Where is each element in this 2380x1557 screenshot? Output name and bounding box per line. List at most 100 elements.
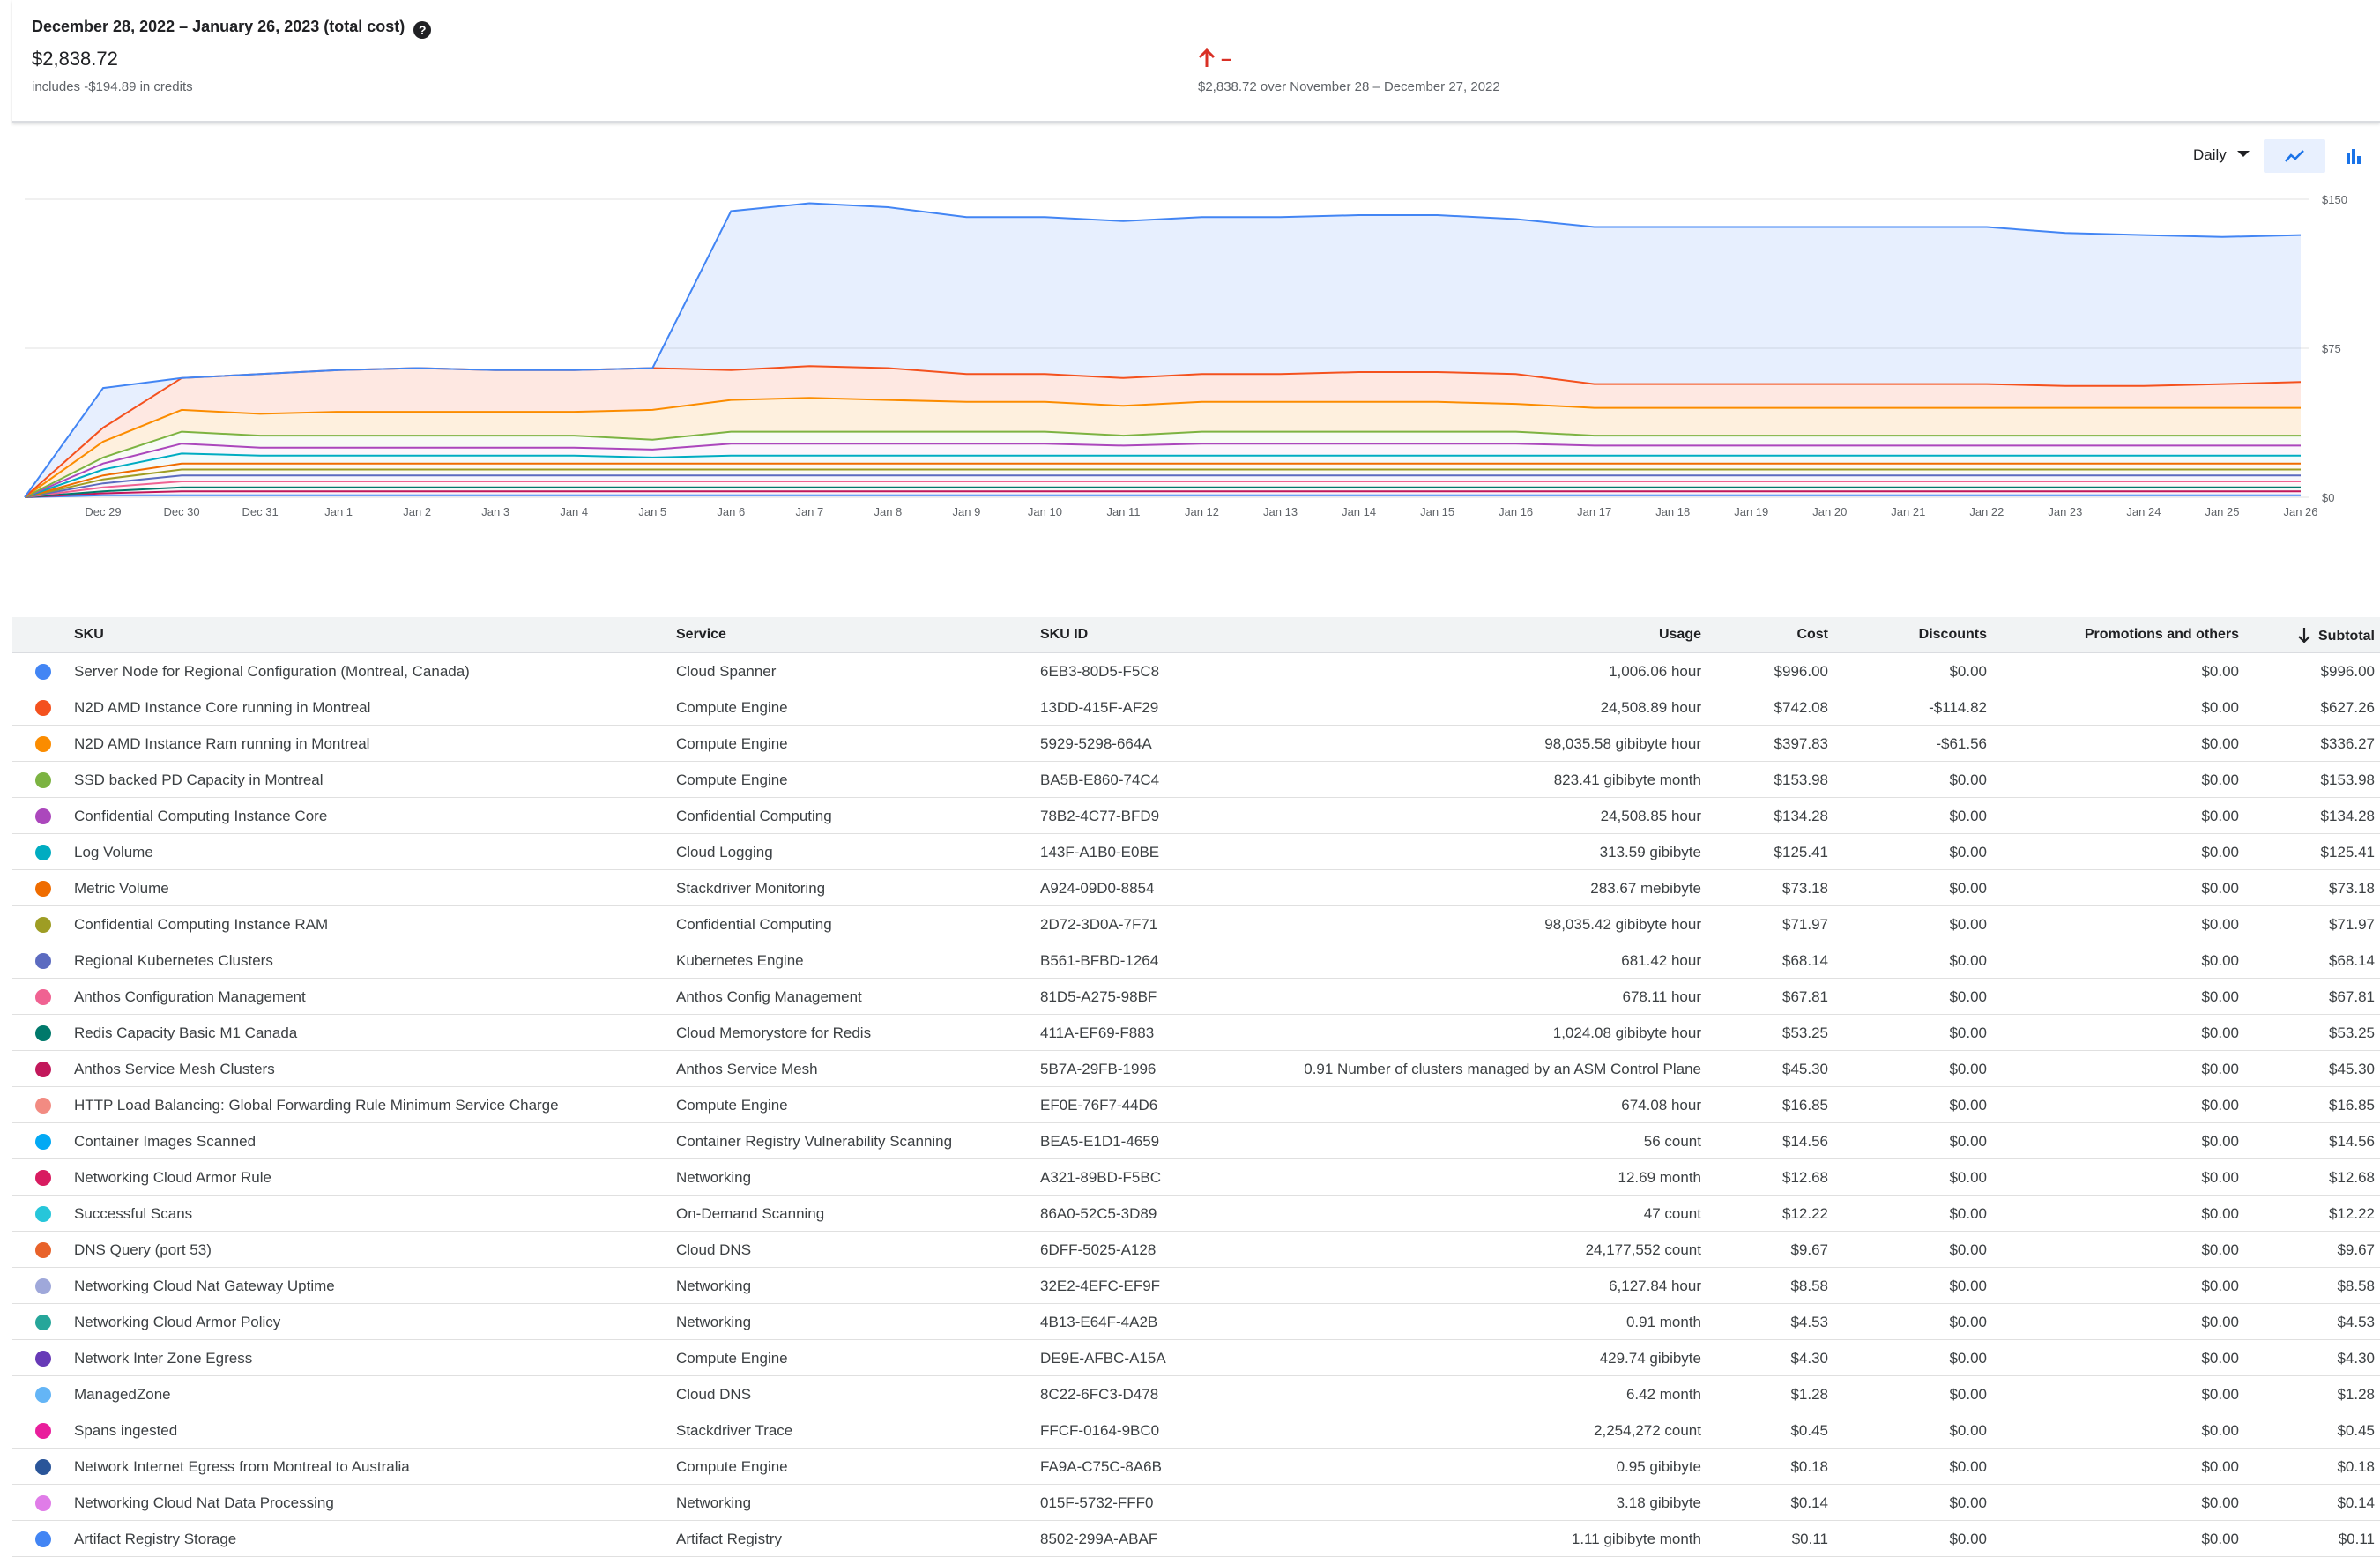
table-row[interactable]: Redis Capacity Basic M1 Canada Cloud Memo…	[12, 1015, 2380, 1051]
sku-id-cell: DE9E-AFBC-A15A	[1040, 1350, 1166, 1367]
line-chart-toggle[interactable]	[2264, 139, 2325, 173]
subtotal-cell: $0.11	[2338, 1531, 2375, 1547]
sku-table: SKU Service SKU ID Usage Cost Discounts …	[12, 617, 2380, 1557]
table-row[interactable]: N2D AMD Instance Ram running in Montreal…	[12, 726, 2380, 762]
header-subtotal[interactable]: Subtotal	[2297, 627, 2375, 644]
cost-cell: $0.18	[1790, 1458, 1828, 1475]
table-row[interactable]: Network Internet Egress from Montreal to…	[12, 1449, 2380, 1485]
sku-cell: Metric Volume	[74, 880, 169, 897]
trend-value: –	[1221, 48, 1232, 70]
table-row[interactable]: Anthos Configuration Management Anthos Co…	[12, 979, 2380, 1015]
table-row[interactable]: Networking Cloud Armor Rule Networking A32…	[12, 1159, 2380, 1196]
series-color-dot	[35, 1098, 51, 1114]
header-usage[interactable]: Usage	[1659, 627, 1701, 643]
usage-cell: 98,035.58 gibibyte hour	[1544, 735, 1701, 752]
table-row[interactable]: Artifact Registry Storage Artifact Regist…	[12, 1521, 2380, 1557]
service-cell: Container Registry Vulnerability Scannin…	[676, 1133, 953, 1150]
x-tick-label: Jan 14	[1342, 505, 1376, 518]
table-row[interactable]: Networking Cloud Armor Policy Networking 4…	[12, 1304, 2380, 1340]
usage-cell: 56 count	[1643, 1133, 1701, 1150]
series-color-dot	[35, 664, 51, 680]
cost-cell: $0.14	[1790, 1494, 1828, 1511]
table-body: Server Node for Regional Configuration (…	[12, 653, 2380, 1557]
header-sku[interactable]: SKU	[74, 627, 104, 643]
sku-id-cell: FA9A-C75C-8A6B	[1040, 1458, 1162, 1475]
y-tick-label: $75	[2322, 342, 2341, 355]
granularity-select[interactable]: Daily	[2193, 146, 2250, 164]
cost-cell: $397.83	[1774, 735, 1828, 752]
x-tick-label: Jan 24	[2126, 505, 2161, 518]
x-tick-label: Jan 23	[2048, 505, 2082, 518]
subtotal-cell: $125.41	[2320, 844, 2375, 860]
table-row[interactable]: Networking Cloud Nat Gateway Uptime Netwo…	[12, 1268, 2380, 1304]
table-row[interactable]: Networking Cloud Nat Data Processing Netw…	[12, 1485, 2380, 1521]
sku-id-cell: BEA5-E1D1-4659	[1040, 1133, 1160, 1150]
promotions-cell: $0.00	[2201, 663, 2239, 680]
table-row[interactable]: DNS Query (port 53) Cloud DNS 6DFF-5025-A1…	[12, 1232, 2380, 1268]
header-cost[interactable]: Cost	[1796, 627, 1828, 643]
table-row[interactable]: Regional Kubernetes Clusters Kubernetes E…	[12, 942, 2380, 979]
sku-cell: Container Images Scanned	[74, 1133, 257, 1150]
cost-cell: $73.18	[1782, 880, 1828, 897]
series-color-dot	[35, 917, 51, 933]
table-row[interactable]: Log Volume Cloud Logging 143F-A1B0-E0BE 313…	[12, 834, 2380, 870]
service-cell: Cloud Logging	[676, 844, 773, 860]
discounts-cell: $0.00	[1949, 844, 1987, 860]
table-row[interactable]: Anthos Service Mesh Clusters Anthos Servi…	[12, 1051, 2380, 1087]
table-row[interactable]: Spans ingested Stackdriver Trace FFCF-0164…	[12, 1412, 2380, 1449]
promotions-cell: $0.00	[2201, 1386, 2239, 1403]
table-row[interactable]: Confidential Computing Instance Core Conf…	[12, 798, 2380, 834]
cost-summary-card: December 28, 2022 – January 26, 2023 (to…	[12, 0, 2380, 123]
table-row[interactable]: HTTP Load Balancing: Global Forwarding R…	[12, 1087, 2380, 1123]
usage-cell: 12.69 month	[1618, 1169, 1701, 1186]
sku-cell: Log Volume	[74, 844, 153, 860]
sku-id-cell: 5929-5298-664A	[1040, 735, 1152, 752]
table-row[interactable]: Server Node for Regional Configuration (…	[12, 653, 2380, 689]
table-row[interactable]: ManagedZone Cloud DNS 8C22-6FC3-D478 6.42 m…	[12, 1376, 2380, 1412]
promotions-cell: $0.00	[2201, 1350, 2239, 1367]
subtotal-cell: $9.67	[2337, 1241, 2375, 1258]
subtotal-cell: $4.30	[2337, 1350, 2375, 1367]
header-service[interactable]: Service	[676, 627, 726, 643]
discounts-cell: $0.00	[1949, 1386, 1987, 1403]
help-icon[interactable]: ?	[413, 21, 432, 39]
table-row[interactable]: Container Images Scanned Container Regist…	[12, 1123, 2380, 1159]
series-color-dot	[35, 1062, 51, 1077]
header-sku-id[interactable]: SKU ID	[1040, 627, 1088, 643]
header-promotions[interactable]: Promotions and others	[2085, 627, 2239, 643]
sku-id-cell: 81D5-A275-98BF	[1040, 988, 1157, 1005]
cost-cell: $742.08	[1774, 699, 1828, 716]
sku-id-cell: 8502-299A-ABAF	[1040, 1531, 1158, 1547]
cost-cell: $53.25	[1782, 1024, 1828, 1041]
bar-chart-toggle[interactable]	[2336, 139, 2371, 173]
service-cell: Compute Engine	[676, 1097, 788, 1114]
usage-cell: 6,127.84 hour	[1609, 1278, 1701, 1294]
table-row[interactable]: N2D AMD Instance Core running in Montrea…	[12, 689, 2380, 726]
table-row[interactable]: Confidential Computing Instance RAM Confi…	[12, 906, 2380, 942]
header-subtotal-label: Subtotal	[2318, 629, 2375, 644]
sku-id-cell: 8C22-6FC3-D478	[1040, 1386, 1159, 1403]
header-discounts[interactable]: Discounts	[1919, 627, 1987, 643]
sku-id-cell: A321-89BD-F5BC	[1040, 1169, 1162, 1186]
cost-cell: $125.41	[1774, 844, 1828, 860]
x-tick-label: Jan 9	[953, 505, 981, 518]
series-color-dot	[35, 1025, 51, 1041]
discounts-cell: $0.00	[1949, 1241, 1987, 1258]
granularity-value: Daily	[2193, 146, 2227, 163]
discounts-cell: $0.00	[1949, 880, 1987, 897]
discounts-cell: $0.00	[1949, 663, 1987, 680]
sku-id-cell: 2D72-3D0A-7F71	[1040, 916, 1158, 933]
promotions-cell: $0.00	[2201, 1494, 2239, 1511]
usage-cell: 24,508.89 hour	[1600, 699, 1701, 716]
table-row[interactable]: Successful Scans On-Demand Scanning 86A0-5…	[12, 1196, 2380, 1232]
cost-trend-chart: $150 $75 $0 Dec 29 Dec 30 Dec 31 Jan 1 Jan 2 Ja…	[24, 193, 2347, 518]
table-row[interactable]: Network Inter Zone Egress Compute Engine D…	[12, 1340, 2380, 1376]
table-row[interactable]: Metric Volume Stackdriver Monitoring A924-…	[12, 870, 2380, 906]
service-cell: Cloud DNS	[676, 1241, 752, 1258]
cost-cell: $4.30	[1790, 1350, 1828, 1367]
cost-cell: $12.22	[1782, 1205, 1828, 1222]
promotions-cell: $0.00	[2201, 916, 2239, 933]
table-row[interactable]: SSD backed PD Capacity in Montreal Comput…	[12, 762, 2380, 798]
series-color-dot	[35, 989, 51, 1005]
discounts-cell: $0.00	[1949, 988, 1987, 1005]
